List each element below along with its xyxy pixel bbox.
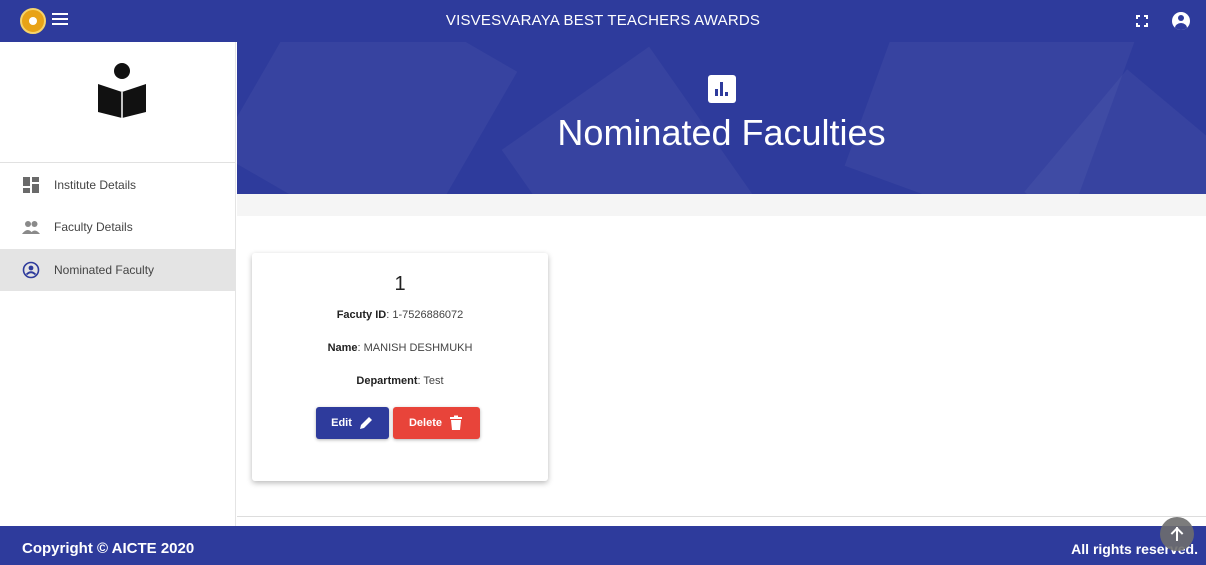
sidebar-item-nominated-faculty[interactable]: Nominated Faculty xyxy=(0,249,236,291)
footer-copyright: Copyright © AICTE 2020 xyxy=(22,540,195,557)
sidebar: Institute Details Faculty Details Nomina… xyxy=(0,42,236,526)
trash-icon xyxy=(450,415,463,430)
user-account-icon[interactable] xyxy=(1172,12,1190,30)
department-value: : Test xyxy=(417,375,444,387)
sidebar-brand xyxy=(0,42,235,163)
department-row: Department: Test xyxy=(252,375,548,387)
edit-button[interactable]: Edit xyxy=(316,407,389,439)
sidebar-item-label: Faculty Details xyxy=(54,220,133,234)
faculty-id-row: Facuty ID: 1-7526886072 xyxy=(252,309,548,321)
sidebar-item-label: Nominated Faculty xyxy=(54,263,155,277)
delete-button-label: Delete xyxy=(408,417,443,429)
reader-book-icon xyxy=(98,63,146,118)
page-header-banner: Nominated Faculties xyxy=(237,42,1206,194)
dashboard-icon xyxy=(23,177,39,193)
bar-chart-icon xyxy=(708,75,736,103)
sidebar-item-faculty-details[interactable]: Faculty Details xyxy=(0,206,236,248)
sidebar-item-label: Institute Details xyxy=(54,178,137,192)
app-title: VISVESVARAYA BEST TEACHERS AWARDS xyxy=(445,12,761,29)
name-label: Name xyxy=(327,342,358,354)
fullscreen-icon[interactable] xyxy=(1136,15,1148,27)
sidebar-item-institute-details[interactable]: Institute Details xyxy=(0,164,236,206)
top-bar: VISVESVARAYA BEST TEACHERS AWARDS xyxy=(0,0,1206,42)
edit-button-label: Edit xyxy=(331,417,352,429)
name-row: Name: MANISH DESHMUKH xyxy=(252,342,548,354)
delete-button[interactable]: Delete xyxy=(393,407,480,439)
footer: Copyright © AICTE 2020 All rights reserv… xyxy=(0,526,1206,565)
scroll-to-top-button[interactable] xyxy=(1160,517,1194,551)
faculty-card: 1 Facuty ID: 1-7526886072 Name: MANISH D… xyxy=(252,253,548,481)
faculty-id-value: : 1-7526886072 xyxy=(386,309,464,321)
department-label: Department xyxy=(356,375,418,387)
name-value: : MANISH DESHMUKH xyxy=(357,342,473,354)
card-number: 1 xyxy=(394,273,406,295)
user-circle-icon xyxy=(22,261,40,279)
pencil-icon xyxy=(359,417,372,429)
content-divider xyxy=(237,516,1206,517)
content-strip xyxy=(237,194,1206,216)
people-icon xyxy=(22,221,40,234)
faculty-id-label: Facuty ID xyxy=(336,309,387,321)
page-title: Nominated Faculties xyxy=(557,112,886,153)
